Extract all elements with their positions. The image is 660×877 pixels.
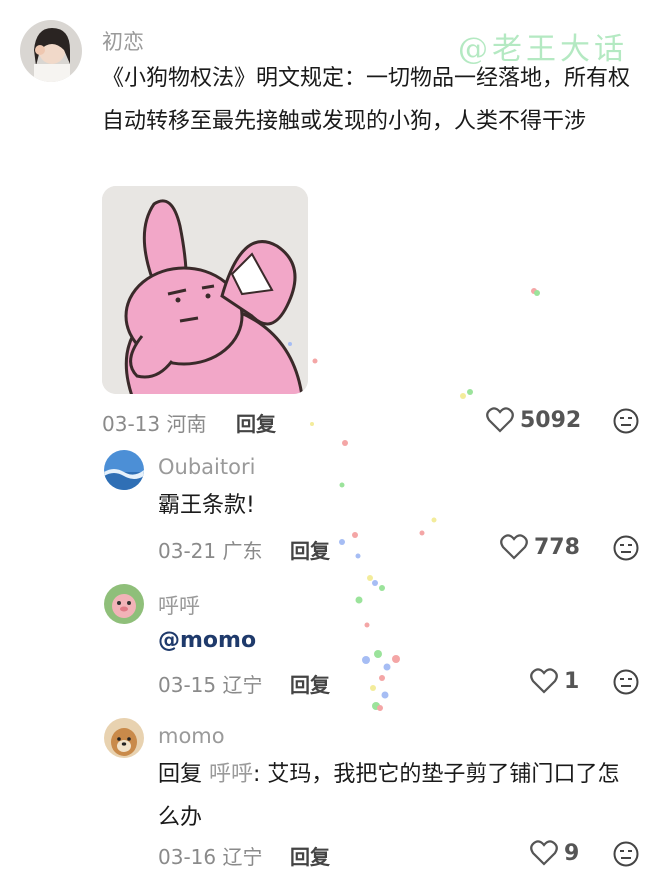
comment-username[interactable]: momo	[158, 724, 225, 748]
comment-text: 回复 呼呼: 艾玛，我把它的垫子剪了铺门口了怎么办	[158, 753, 638, 839]
comment-meta: 03-13 河南	[102, 408, 206, 437]
like-button[interactable]: 9	[530, 840, 579, 866]
meh-face-icon[interactable]	[613, 669, 639, 695]
reply-button[interactable]: 回复	[290, 535, 330, 564]
like-count: 778	[534, 534, 580, 560]
reply-button[interactable]: 回复	[290, 669, 330, 698]
comment-location: 广东	[222, 539, 263, 563]
comment-text: 霸王条款!	[158, 493, 255, 518]
heart-outline-icon	[530, 668, 558, 694]
like-count: 9	[564, 840, 580, 866]
meh-face-icon[interactable]	[613, 408, 639, 434]
reply-prefix: 回复	[158, 762, 203, 787]
like-button[interactable]: 1	[530, 668, 579, 694]
comment-meta: 03-16 辽宁	[158, 841, 262, 870]
heart-outline-icon	[486, 407, 514, 433]
avatar[interactable]	[104, 584, 144, 624]
avatar[interactable]	[104, 450, 144, 490]
comment-date: 03-16	[158, 845, 217, 869]
meh-face-icon[interactable]	[613, 841, 639, 867]
heart-outline-icon	[500, 534, 528, 560]
comment-location: 河南	[166, 412, 207, 436]
avatar[interactable]	[20, 20, 82, 82]
comment-date: 03-21	[158, 539, 217, 563]
comment-text: 《小狗物权法》明文规定：一切物品一经落地，所有权自动转移至最先接触或发现的小狗，…	[102, 66, 631, 134]
comment-location: 辽宁	[222, 845, 263, 869]
reply-button[interactable]: 回复	[290, 841, 330, 870]
like-count: 5092	[520, 407, 582, 433]
reply-button[interactable]: 回复	[236, 408, 276, 437]
comment-meta: 03-21 广东	[158, 535, 262, 564]
heart-outline-icon	[530, 840, 558, 866]
comment-text[interactable]: @momo	[158, 619, 256, 662]
comment-location: 辽宁	[222, 673, 263, 697]
sticker-image[interactable]	[102, 186, 308, 394]
comment-username[interactable]: 呼呼	[158, 590, 200, 620]
comment-meta: 03-15 辽宁	[158, 669, 262, 698]
like-button[interactable]: 5092	[486, 407, 581, 433]
meh-face-icon[interactable]	[613, 535, 639, 561]
comment-username[interactable]: Oubaitori	[158, 455, 255, 479]
comment-date: 03-15	[158, 673, 217, 697]
comment-username[interactable]: 初恋	[102, 26, 144, 56]
reply-to-username[interactable]: 呼呼	[209, 762, 253, 787]
comment-date: 03-13	[102, 412, 161, 436]
like-count: 1	[564, 668, 580, 694]
like-button[interactable]: 778	[500, 534, 580, 560]
avatar[interactable]	[104, 718, 144, 758]
